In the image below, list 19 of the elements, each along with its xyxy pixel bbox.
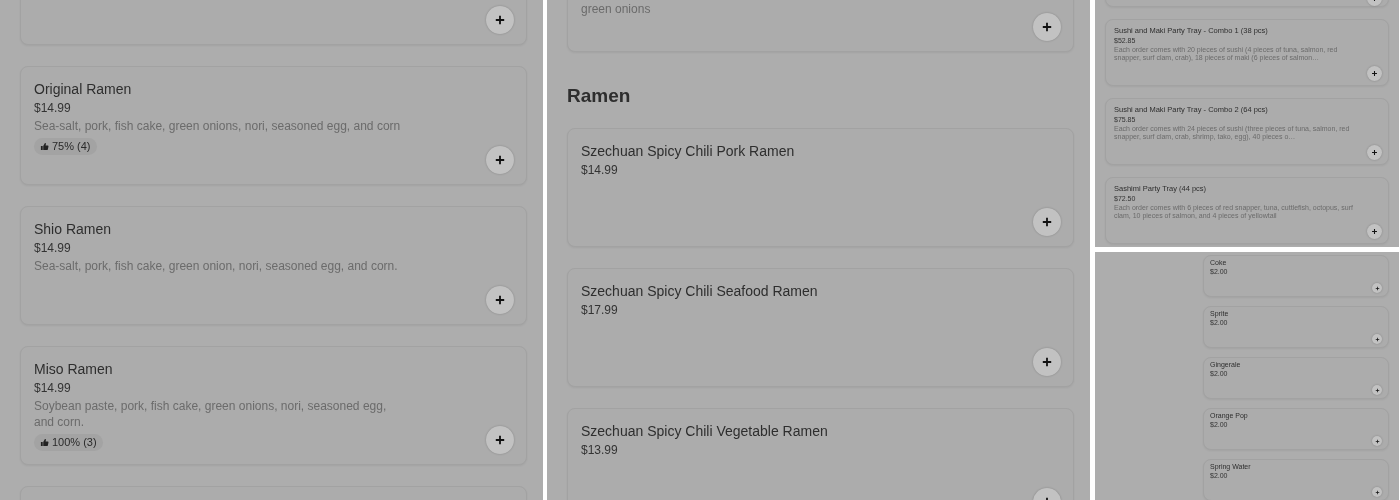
item-description: green onions bbox=[581, 1, 651, 17]
item-price: $14.99 bbox=[34, 240, 72, 257]
item-name: Szechuan Spicy Chili Seafood Ramen bbox=[581, 282, 818, 300]
item-name: Miso Ramen bbox=[34, 360, 114, 378]
section-heading: Ramen bbox=[567, 85, 632, 107]
item-name: Szechuan Spicy Chili Vegetable Ramen bbox=[581, 422, 828, 440]
item-price: $14.99 bbox=[34, 380, 72, 397]
item-description: Sea-salt, pork, fish cake, green onions, nori, seasoned egg, and corn bbox=[34, 118, 401, 134]
item-price: $13.99 bbox=[581, 442, 619, 459]
item-price: $14.99 bbox=[34, 100, 72, 117]
rating-text: 75% (4) bbox=[52, 140, 91, 153]
item-price: $14.99 bbox=[581, 162, 619, 179]
item-name: Szechuan Spicy Chili Pork Ramen bbox=[581, 142, 795, 160]
item-name: Shio Ramen bbox=[34, 220, 113, 238]
item-name: Original Ramen bbox=[34, 80, 133, 98]
item-description: Sea-salt, pork, fish cake, green onion, nori, seasoned egg, and corn. bbox=[34, 258, 398, 274]
item-description: Soybean paste, pork, fish cake, green onions, nori, seasoned egg, and corn. bbox=[34, 398, 388, 430]
rating-text: 100% (3) bbox=[52, 436, 97, 449]
item-price: $17.99 bbox=[581, 302, 619, 319]
